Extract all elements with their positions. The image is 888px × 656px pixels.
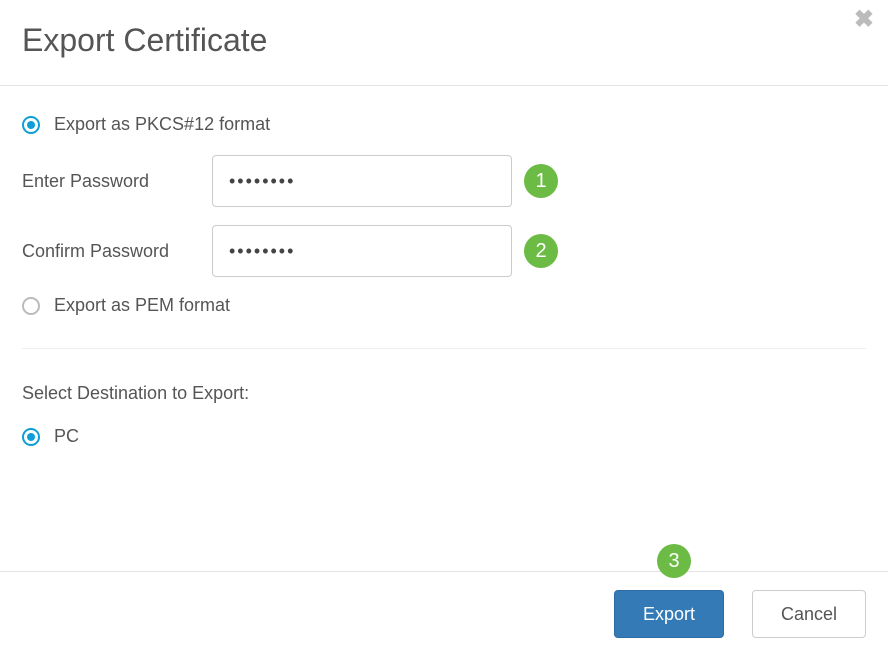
callout-2: 2 bbox=[524, 234, 558, 268]
page-title: Export Certificate bbox=[22, 22, 866, 59]
destination-section-label: Select Destination to Export: bbox=[22, 383, 866, 404]
dialog-body: Export as PKCS#12 format Enter Password … bbox=[0, 86, 888, 447]
radio-destination-pc[interactable]: PC bbox=[22, 426, 866, 447]
enter-password-label: Enter Password bbox=[22, 171, 212, 192]
radio-icon bbox=[22, 297, 40, 315]
enter-password-row: Enter Password 1 bbox=[22, 155, 866, 207]
callout-1: 1 bbox=[524, 164, 558, 198]
export-button[interactable]: Export bbox=[614, 590, 724, 638]
radio-label: Export as PEM format bbox=[54, 295, 230, 316]
radio-icon bbox=[22, 116, 40, 134]
close-icon[interactable]: ✖ bbox=[854, 8, 874, 32]
cancel-button[interactable]: Cancel bbox=[752, 590, 866, 638]
radio-label: Export as PKCS#12 format bbox=[54, 114, 270, 135]
radio-pkcs12[interactable]: Export as PKCS#12 format bbox=[22, 114, 866, 135]
confirm-password-label: Confirm Password bbox=[22, 241, 212, 262]
radio-icon bbox=[22, 428, 40, 446]
confirm-password-input[interactable] bbox=[212, 225, 512, 277]
confirm-password-row: Confirm Password 2 bbox=[22, 225, 866, 277]
radio-label: PC bbox=[54, 426, 79, 447]
enter-password-input[interactable] bbox=[212, 155, 512, 207]
dialog-header: Export Certificate bbox=[0, 0, 888, 86]
divider bbox=[22, 348, 866, 349]
callout-3: 3 bbox=[657, 544, 691, 578]
dialog-footer: Export Cancel bbox=[0, 571, 888, 656]
radio-pem[interactable]: Export as PEM format bbox=[22, 295, 866, 316]
export-certificate-dialog: ✖ Export Certificate Export as PKCS#12 f… bbox=[0, 0, 888, 656]
